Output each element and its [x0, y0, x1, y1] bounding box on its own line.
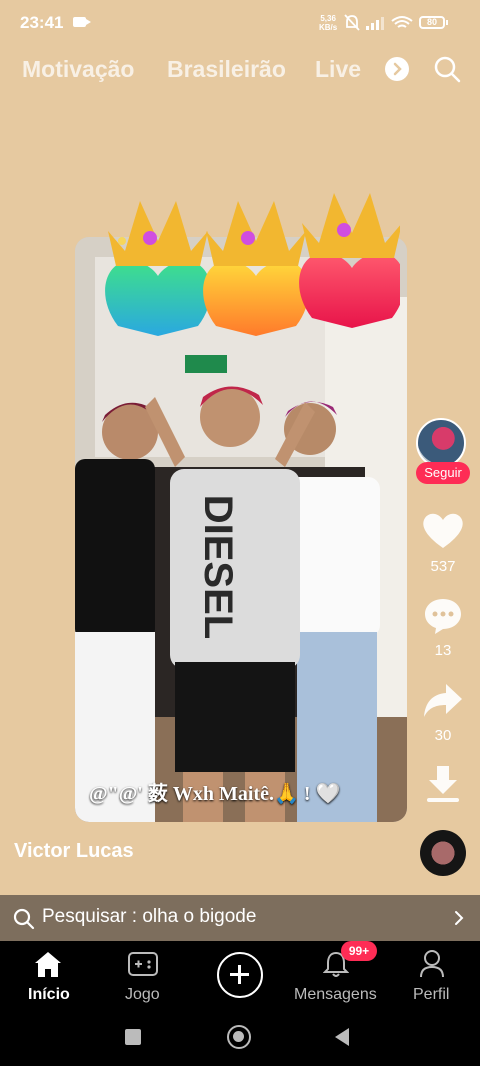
tab-live[interactable]: Live [315, 56, 361, 83]
svg-text:DIESEL: DIESEL [196, 495, 240, 639]
status-icons [344, 14, 413, 31]
status-bar: 23:41 5,36 KB/s 80 [0, 0, 480, 46]
network-speed-unit: KB/s [319, 23, 338, 32]
crown-heart-3 [299, 193, 400, 328]
search-suggestion-text: Pesquisar : olha o bigode [42, 906, 257, 927]
author-avatar[interactable] [416, 418, 466, 468]
more-tabs-button[interactable] [385, 57, 409, 81]
likes-count: 537 [430, 558, 456, 575]
mute-icon [344, 14, 360, 31]
crown-heart-1 [105, 201, 211, 336]
nav-home-label: Início [28, 986, 70, 1003]
search-suggestion-bar[interactable]: Pesquisar : olha o bigode [0, 895, 480, 941]
shares-count: 30 [434, 727, 452, 744]
wifi-icon [391, 16, 413, 28]
battery-icon: 80 [419, 16, 448, 29]
messages-badge: 99+ [341, 941, 377, 961]
recent-apps-icon[interactable] [125, 1029, 141, 1045]
profile-icon [420, 950, 444, 978]
chevron-right-icon [455, 911, 464, 925]
tab-motivacao[interactable]: Motivação [22, 56, 134, 83]
search-icon[interactable] [432, 54, 462, 84]
home-circle-icon[interactable] [227, 1025, 251, 1049]
nav-game[interactable]: Jogo [113, 941, 173, 1008]
exit-sign [185, 355, 227, 373]
search-icon [13, 908, 35, 930]
status-time: 23:41 [20, 13, 64, 32]
signal-icon [366, 17, 384, 30]
chevron-right-icon [393, 62, 402, 76]
system-nav-bar [0, 1008, 480, 1066]
nav-game-label: Jogo [125, 986, 160, 1003]
crown-heart-2 [203, 201, 309, 336]
gamepad-icon [128, 952, 158, 976]
tab-brasileirao[interactable]: Brasileirão [167, 56, 286, 83]
create-button[interactable] [217, 952, 263, 998]
bottom-nav: Início Jogo Mensagens Perfil [0, 941, 480, 1008]
comment-icon[interactable] [423, 596, 463, 636]
nav-profile-label: Perfil [413, 986, 450, 1003]
camera-icon [73, 17, 91, 27]
heart-icon[interactable] [421, 510, 465, 550]
network-speed-value: 5,36 [320, 14, 336, 23]
person-left [75, 402, 160, 822]
crown-hearts-emojis [105, 193, 400, 336]
nav-messages-label: Mensagens [294, 986, 377, 1003]
network-speed: 5,36 KB/s [319, 14, 337, 32]
nav-home[interactable]: Início [18, 941, 78, 1008]
home-icon [35, 952, 61, 977]
follow-button[interactable]: Seguir [416, 462, 470, 484]
video-caption: @"@' 薮 Wxh Maitê.🙏 ! 🤍 [89, 783, 341, 805]
back-icon[interactable] [333, 1026, 351, 1048]
author-name[interactable]: Victor Lucas [14, 840, 134, 863]
download-icon[interactable] [424, 764, 462, 804]
nav-profile[interactable]: Perfil [406, 941, 458, 1008]
comments-count: 13 [434, 642, 452, 659]
share-icon[interactable] [422, 682, 464, 720]
music-disc[interactable] [420, 830, 466, 876]
plus-icon [230, 965, 249, 984]
